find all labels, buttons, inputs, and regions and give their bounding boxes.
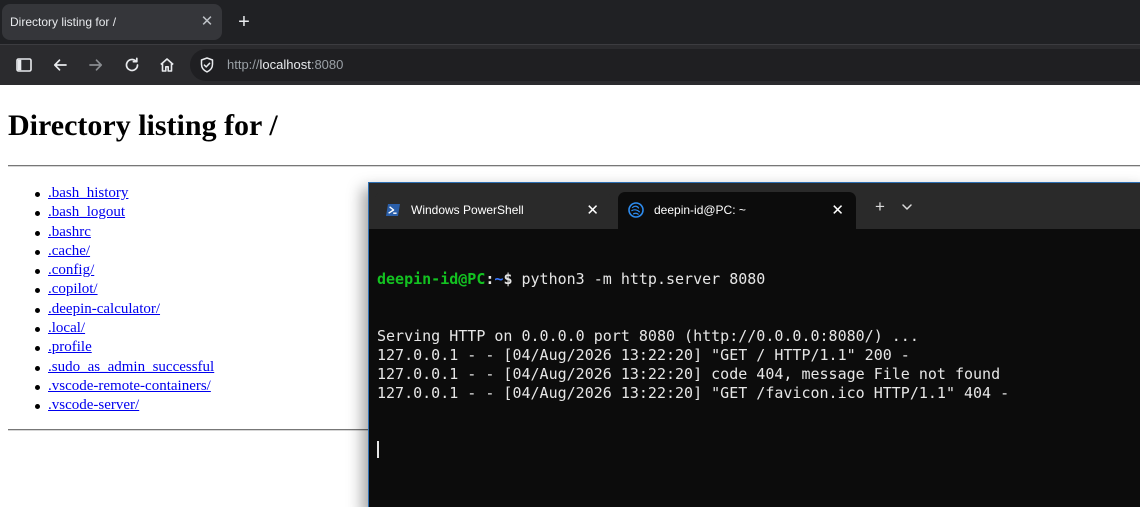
sidebar-toggle-icon[interactable] (12, 53, 36, 77)
terminal-tab-powershell[interactable]: Windows PowerShell ✕ (375, 192, 611, 229)
forward-icon[interactable] (84, 53, 108, 77)
directory-entry-link[interactable]: .bashrc (48, 224, 91, 240)
chevron-down-icon[interactable] (897, 197, 917, 217)
terminal-tab-label: Windows PowerShell (411, 203, 524, 217)
browser-toolbar: http://localhost:8080 (0, 44, 1140, 85)
directory-entry-link[interactable]: .profile (48, 339, 92, 355)
directory-entry-link[interactable]: .cache/ (48, 243, 90, 259)
directory-entry-link[interactable]: .bash_logout (48, 204, 125, 220)
list-item: .local/ (34, 319, 214, 338)
directory-entry-link[interactable]: .config/ (48, 262, 94, 278)
directory-entry-link[interactable]: .copilot/ (48, 281, 98, 297)
browser-tab[interactable]: Directory listing for / ✕ (2, 4, 222, 40)
close-tab-icon[interactable]: ✕ (831, 192, 844, 229)
url-host: localhost (259, 57, 311, 72)
top-divider (8, 165, 1140, 167)
url-scheme: http:// (227, 57, 260, 72)
close-tab-icon[interactable]: ✕ (198, 13, 216, 31)
browser-tab-title: Directory listing for / (10, 15, 117, 29)
prompt-user: deepin-id@PC (377, 270, 486, 288)
output-line: Serving HTTP on 0.0.0.0 port 8080 (http:… (377, 327, 919, 345)
url-text[interactable]: http://localhost:8080 (227, 57, 343, 72)
list-item: .vscode-server/ (34, 396, 214, 415)
prompt-symbol: $ (503, 270, 522, 288)
terminal-window[interactable]: Windows PowerShell ✕ deepin-id@PC: ~ ✕ +… (368, 182, 1140, 507)
list-item: .sudo_as_admin_successful (34, 358, 214, 377)
back-icon[interactable] (48, 53, 72, 77)
new-terminal-tab-button[interactable]: + (871, 197, 889, 217)
output-line: 127.0.0.1 - - [04/Aug/2026 13:22:20] "GE… (377, 346, 910, 364)
powershell-icon (386, 204, 400, 216)
page-title: Directory listing for / (8, 109, 278, 142)
list-item: .vscode-remote-containers/ (34, 377, 214, 396)
terminal-tab-deepin[interactable]: deepin-id@PC: ~ ✕ (618, 192, 856, 229)
new-tab-button[interactable]: + (232, 10, 256, 34)
list-item: .cache/ (34, 242, 214, 261)
address-bar[interactable]: http://localhost:8080 (190, 49, 1140, 81)
list-item: .config/ (34, 261, 214, 280)
home-icon[interactable] (155, 53, 179, 77)
list-item: .bashrc (34, 223, 214, 242)
list-item: .deepin-calculator/ (34, 300, 214, 319)
output-line: 127.0.0.1 - - [04/Aug/2026 13:22:20] "GE… (377, 384, 1010, 402)
list-item: .bash_history (34, 184, 214, 203)
list-item: .copilot/ (34, 280, 214, 299)
cursor-line (377, 441, 1009, 460)
list-item: .bash_logout (34, 203, 214, 222)
close-tab-icon[interactable]: ✕ (586, 192, 599, 229)
directory-listing: .bash_history .bash_logout .bashrc .cache/.… (34, 184, 214, 416)
directory-entry-link[interactable]: .deepin-calculator/ (48, 301, 160, 317)
command-text: python3 -m http.server 8080 (521, 270, 766, 288)
prompt-line: deepin-id@PC:~$ python3 -m http.server 8… (377, 270, 1009, 289)
url-port: :8080 (310, 57, 344, 72)
terminal-tab-label: deepin-id@PC: ~ (654, 203, 746, 217)
terminal-tab-bar: Windows PowerShell ✕ deepin-id@PC: ~ ✕ + (369, 183, 1140, 229)
browser-tab-strip: Directory listing for / ✕ + (0, 0, 1140, 44)
directory-entry-link[interactable]: .vscode-remote-containers/ (48, 378, 211, 394)
directory-entry-link[interactable]: .sudo_as_admin_successful (48, 359, 214, 375)
directory-entry-link[interactable]: .bash_history (48, 185, 128, 201)
terminal-output[interactable]: deepin-id@PC:~$ python3 -m http.server 8… (377, 232, 1009, 498)
list-item: .profile (34, 338, 214, 357)
deepin-icon (628, 202, 644, 218)
directory-entry-link[interactable]: .vscode-server/ (48, 397, 139, 413)
reload-icon[interactable] (120, 53, 144, 77)
site-security-icon[interactable] (195, 53, 219, 77)
output-line: 127.0.0.1 - - [04/Aug/2026 13:22:20] cod… (377, 365, 1001, 383)
directory-entry-link[interactable]: .local/ (48, 320, 85, 336)
text-cursor (377, 441, 379, 458)
